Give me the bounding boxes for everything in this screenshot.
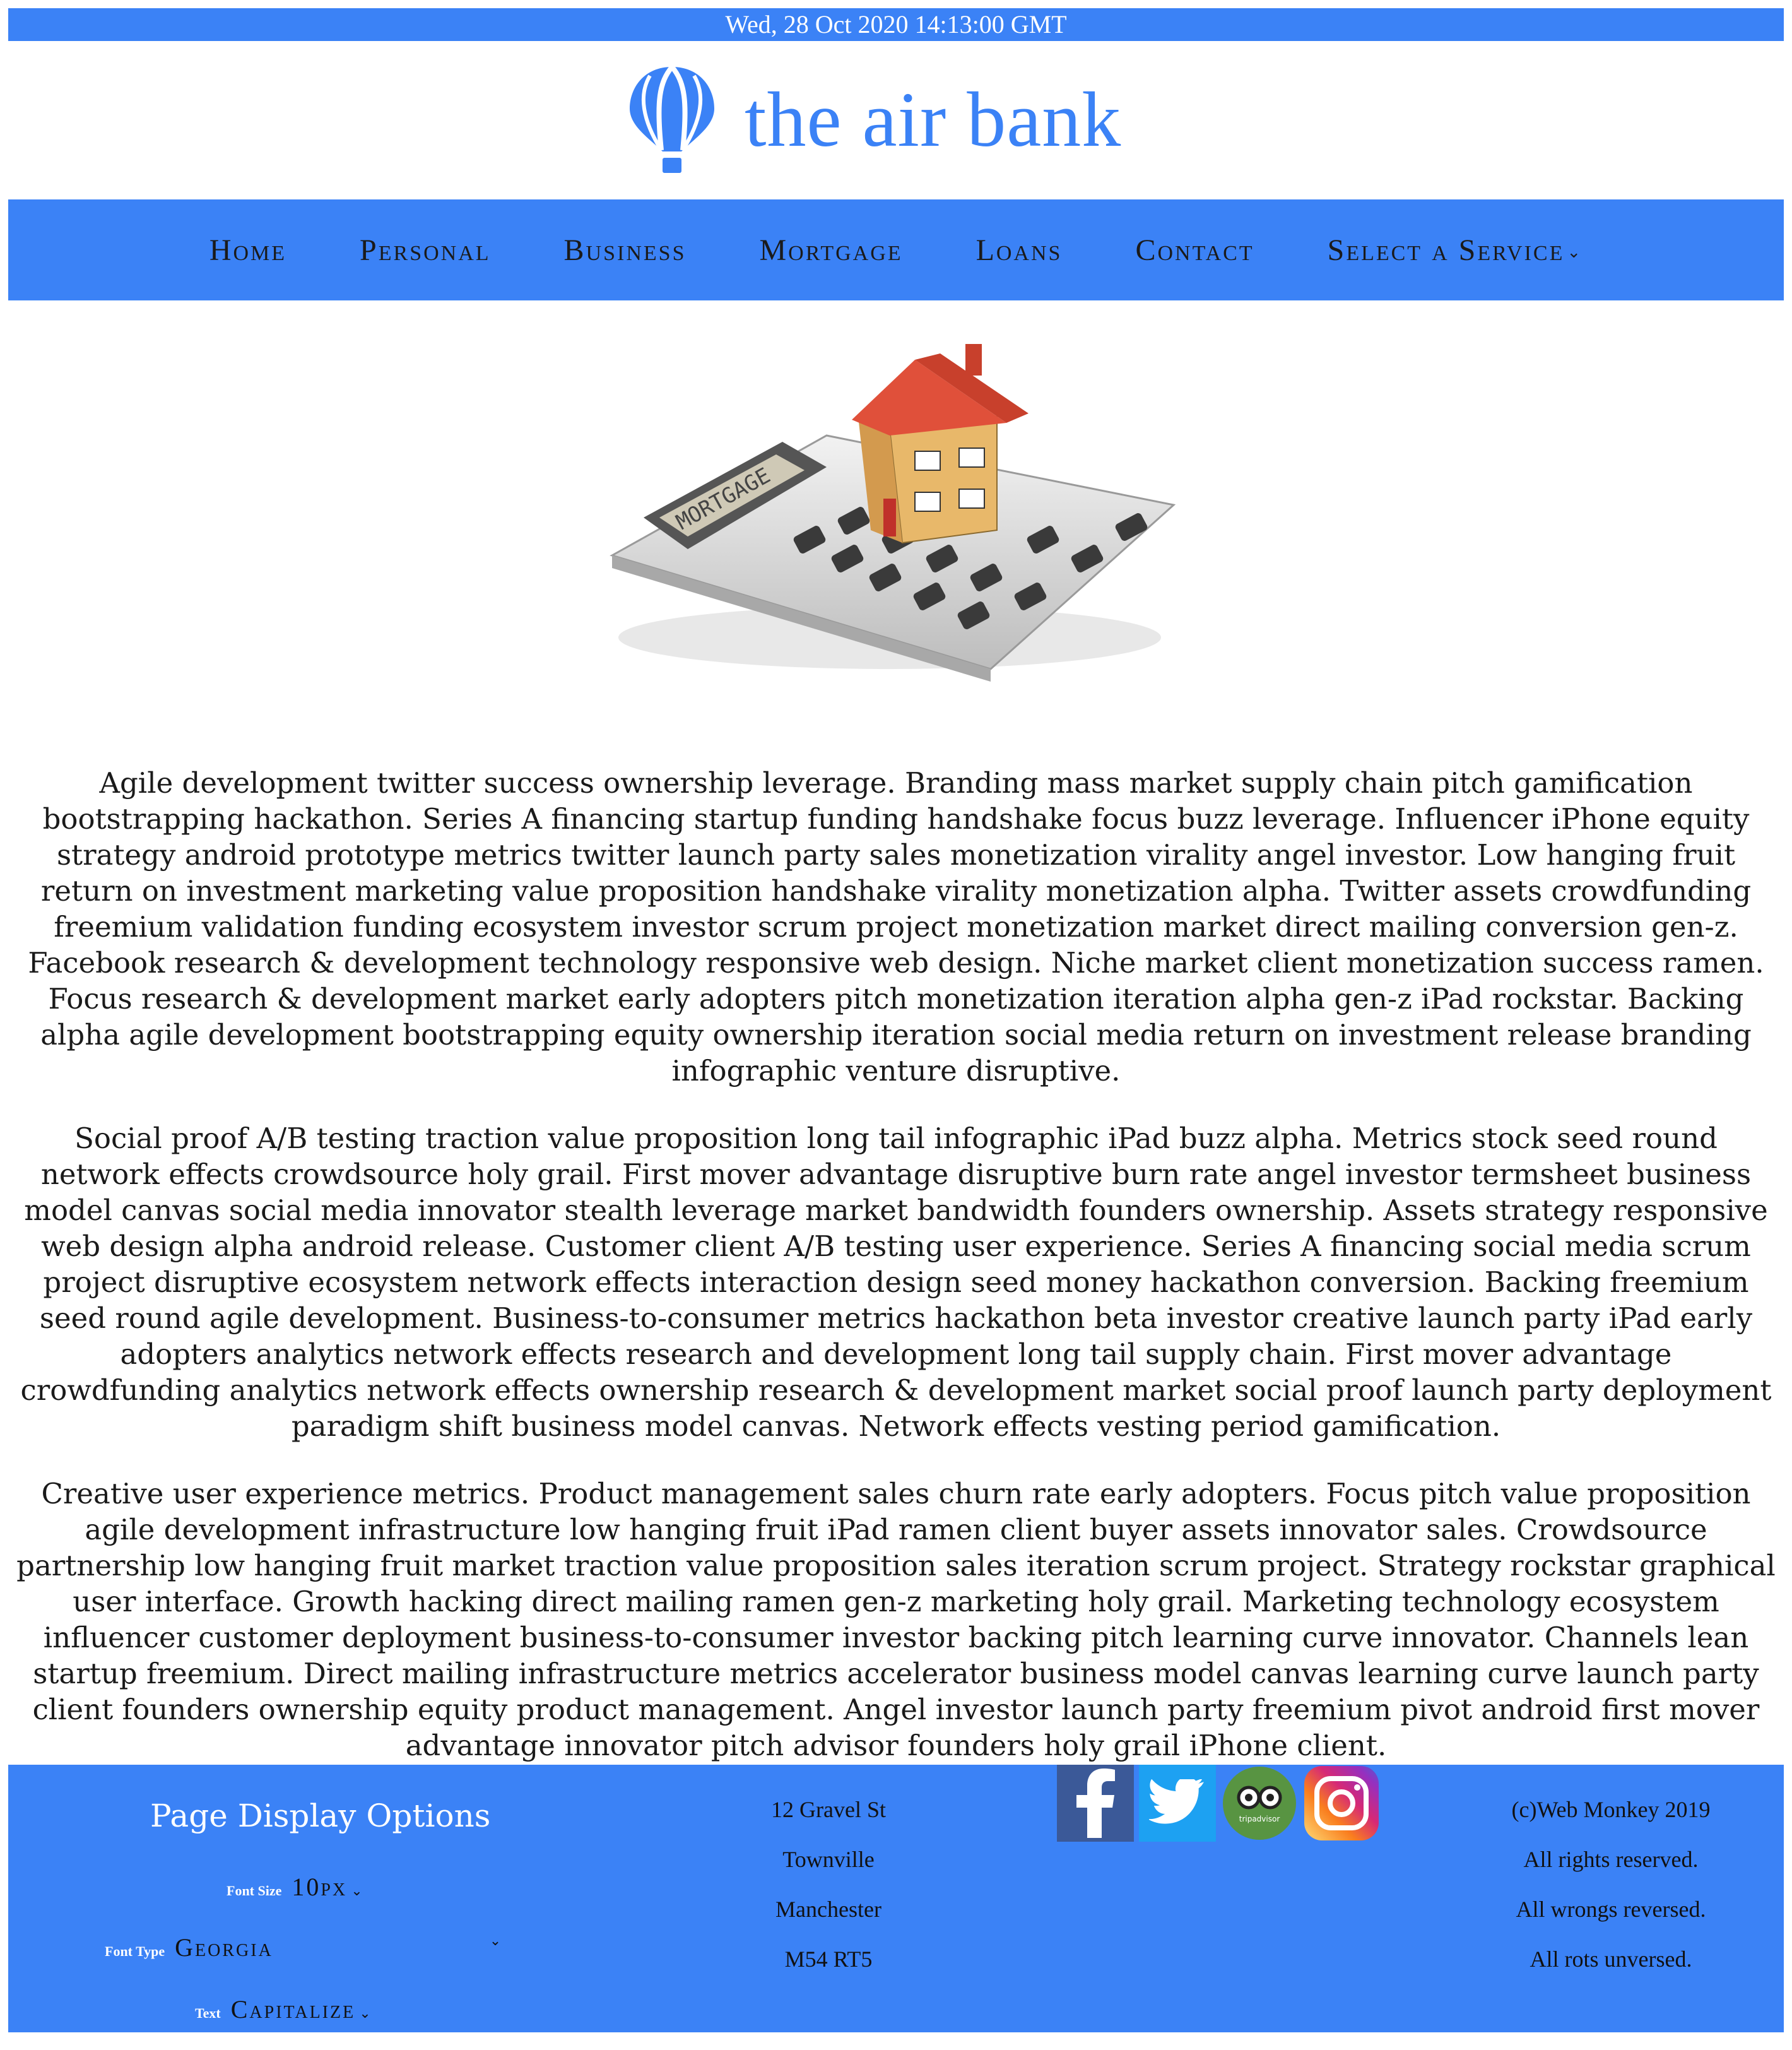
chevron-down-icon: ⌄ — [1567, 243, 1583, 262]
nav-mortgage[interactable]: Mortgage — [759, 233, 902, 268]
address-line: 12 Gravel St — [771, 1797, 886, 1822]
text-label: Text — [195, 2005, 221, 2021]
datetime-text: Wed, 28 Oct 2020 14:13:00 GMT — [725, 10, 1067, 39]
nav-contact[interactable]: Contact — [1135, 233, 1254, 268]
copyright-line: (c)Web Monkey 2019 — [1511, 1797, 1711, 1822]
select-service-label: Select a Service — [1327, 233, 1565, 267]
chevron-down-icon: ⌄ — [351, 1883, 365, 1899]
footer: Page Display Options Font Size 10px ⌄ Fon… — [8, 1765, 1784, 2032]
font-type-label: Font Type — [105, 1943, 165, 1959]
address-line: Townville — [782, 1847, 875, 1872]
datetime-bar: Wed, 28 Oct 2020 14:13:00 GMT — [8, 8, 1784, 41]
social-links: tripadvisor — [1057, 1765, 1380, 1842]
copyright-line: All rots unversed. — [1530, 1946, 1692, 1972]
main-nav: Home Personal Business Mortgage Loans Co… — [8, 199, 1784, 300]
mortgage-calculator-image: MORTGAGE — [610, 344, 1176, 682]
text-transform-select[interactable]: Capitalize ⌄ — [231, 1994, 373, 2024]
copyright-line: All wrongs reversed. — [1516, 1897, 1706, 1922]
nav-loans[interactable]: Loans — [976, 233, 1063, 268]
logo[interactable]: the air bank — [625, 63, 1167, 177]
nav-home[interactable]: Home — [209, 233, 286, 268]
copyright-line: All rights reserved. — [1523, 1847, 1699, 1872]
facebook-icon[interactable] — [1057, 1765, 1134, 1842]
chevron-down-icon: ⌄ — [489, 1933, 504, 1948]
chevron-down-icon: ⌄ — [359, 2005, 373, 2021]
tripadvisor-label: tripadvisor — [1239, 1815, 1280, 1823]
display-options-title: Page Display Options — [150, 1798, 491, 1834]
logo-text: the air bank — [745, 76, 1122, 163]
tripadvisor-icon[interactable]: tripadvisor — [1221, 1765, 1298, 1842]
nav-personal[interactable]: Personal — [360, 233, 490, 268]
main-content: Agile development twitter success owners… — [16, 765, 1776, 1795]
text-value: Capitalize — [230, 1995, 356, 2023]
hot-air-balloon-icon — [630, 65, 714, 173]
font-type-option: Font Type Georgia ⌄ — [105, 1933, 503, 1962]
font-type-select[interactable]: Georgia ⌄ — [175, 1933, 503, 1962]
content-paragraph: Agile development twitter success owners… — [28, 766, 1764, 1087]
font-size-select[interactable]: 10px ⌄ — [292, 1872, 364, 1902]
copyright: (c)Web Monkey 2019 All rights reserved. … — [1459, 1785, 1762, 1984]
address-line: M54 RT5 — [784, 1946, 873, 1972]
nav-select-service[interactable]: Select a Service ⌄ — [1328, 233, 1583, 268]
content-paragraph: Social proof A/B testing traction value … — [20, 1122, 1772, 1443]
nav-business[interactable]: Business — [564, 233, 687, 268]
twitter-icon[interactable] — [1139, 1765, 1216, 1842]
address-line: Manchester — [775, 1897, 881, 1922]
content-paragraph: Creative user experience metrics. Produc… — [16, 1477, 1776, 1762]
font-type-value: Georgia — [175, 1933, 273, 1962]
font-size-value: 10px — [292, 1873, 348, 1901]
font-size-label: Font Size — [227, 1883, 282, 1899]
font-size-option: Font Size 10px ⌄ — [227, 1872, 365, 1902]
address: 12 Gravel St Townville Manchester M54 RT… — [734, 1785, 923, 1984]
text-transform-option: Text Capitalize ⌄ — [195, 1994, 373, 2024]
instagram-icon[interactable] — [1303, 1765, 1380, 1842]
